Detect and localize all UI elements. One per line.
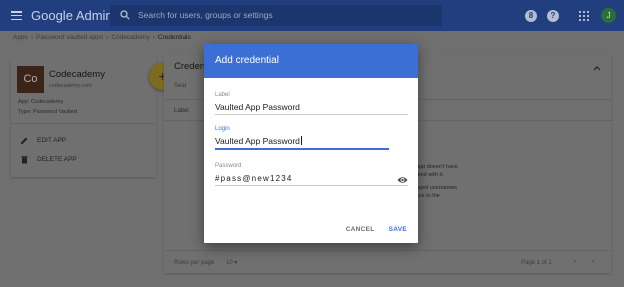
label-field-value[interactable]: Vaulted App Password <box>215 101 408 114</box>
save-button[interactable]: SAVE <box>389 223 407 236</box>
dropdown-arrow-icon: ▾ <box>234 260 238 266</box>
password-field[interactable]: Password #pass@new1234 <box>215 163 408 186</box>
dialog-actions: CANCEL SAVE <box>346 223 407 236</box>
label-field-underline <box>215 114 408 115</box>
rows-per-page-value: 10 <box>226 260 233 266</box>
login-field-label: Login <box>215 126 230 132</box>
pager-text: Page 1 of 1 <box>521 260 552 266</box>
column-header-label[interactable]: Label <box>174 108 189 114</box>
empty-hint-line: ess to the <box>416 193 440 199</box>
breadcrumb-item-password-vaulted-apps[interactable]: Password vaulted apps <box>36 34 103 41</box>
app-info-card: Co Codecademy codecademy.com App: Codeca… <box>11 58 156 177</box>
empty-hint-line: aged usernames <box>416 185 457 191</box>
app-logo: Co <box>17 66 44 93</box>
chevron-right-icon[interactable]: › <box>592 259 594 265</box>
cancel-button[interactable]: CANCEL <box>346 223 375 236</box>
delete-app-button[interactable]: DELETE APP <box>20 155 77 164</box>
dialog-title: Add credential <box>204 44 418 78</box>
breadcrumb-item-codecademy[interactable]: Codecademy <box>111 34 149 41</box>
pencil-icon <box>21 137 28 144</box>
breadcrumb-item-credentials: Credentials <box>157 34 191 41</box>
search-icon <box>120 10 130 20</box>
app-domain: codecademy.com <box>49 83 92 89</box>
search-input[interactable]: Search for users, groups or settings <box>110 5 442 26</box>
empty-hint-line: ated with it. <box>416 172 444 178</box>
app-line: App: Codecademy <box>18 99 64 105</box>
add-credential-dialog: Add credential Label Vaulted App Passwor… <box>204 44 418 243</box>
app-brand[interactable]: Google Admin <box>31 8 113 23</box>
panel-search-placeholder: Sear <box>174 83 187 89</box>
login-field-value: Vaulted App Password <box>215 136 300 146</box>
eye-icon[interactable] <box>397 176 408 184</box>
apps-grid-icon[interactable] <box>579 11 589 21</box>
help-icon[interactable]: ? <box>547 10 559 22</box>
password-field-value[interactable]: #pass@new1234 <box>215 172 408 185</box>
login-field[interactable]: Login Vaulted App Password <box>215 126 408 150</box>
label-field[interactable]: Label Vaulted App Password <box>215 92 408 115</box>
apps-script-icon[interactable]: 8 <box>525 10 537 22</box>
breadcrumb-item-apps[interactable]: Apps <box>13 34 28 41</box>
login-field-input[interactable]: Vaulted App Password <box>215 135 408 148</box>
login-field-underline <box>215 148 389 150</box>
label-field-label: Label <box>215 92 230 98</box>
card-divider <box>11 123 156 124</box>
hamburger-menu-icon[interactable] <box>11 11 22 21</box>
chevron-up-icon[interactable] <box>593 64 601 72</box>
delete-app-label: DELETE APP <box>37 156 77 163</box>
table-footer: Rows per page 10 ▾ Page 1 of 1 ‹ › <box>164 250 611 273</box>
password-field-label: Password <box>215 163 242 169</box>
top-bar: Google Admin Search for users, groups or… <box>0 0 624 31</box>
panel-search-input[interactable]: Sear <box>174 83 187 89</box>
edit-app-button[interactable]: EDIT APP <box>20 136 66 145</box>
empty-hint-line: app doesn't have <box>416 164 458 170</box>
rows-per-page-label: Rows per page <box>174 260 215 266</box>
search-placeholder: Search for users, groups or settings <box>138 10 273 20</box>
trash-icon <box>21 156 28 164</box>
breadcrumb: Apps › Password vaulted apps › Codecademy › Cr… <box>13 34 191 41</box>
rows-per-page-select[interactable]: 10 ▾ <box>226 259 237 266</box>
text-caret <box>300 136 302 145</box>
app-name: Codecademy <box>49 69 105 80</box>
chevron-left-icon[interactable]: ‹ <box>574 259 576 265</box>
avatar[interactable]: J <box>601 8 616 23</box>
edit-app-label: EDIT APP <box>37 137 67 144</box>
app-type-line: Type: Password Vaulted <box>18 109 77 115</box>
password-field-underline <box>215 185 408 186</box>
